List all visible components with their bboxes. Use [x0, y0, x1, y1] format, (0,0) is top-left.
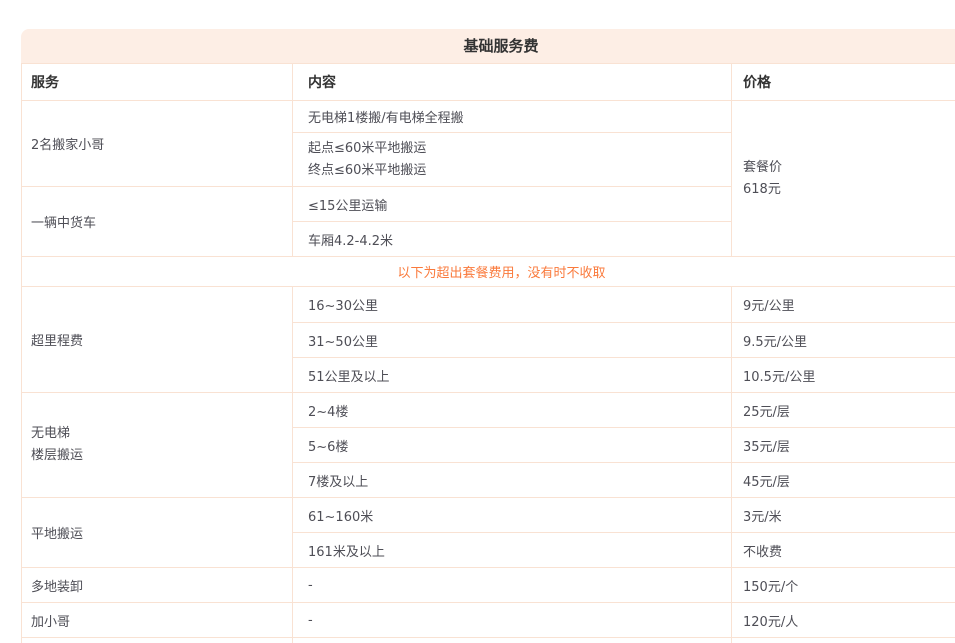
table-row: 平地搬运 61~160米 3元/米 — [22, 498, 955, 533]
content-cell: 161米及以上 — [293, 533, 732, 568]
service-cell-truck: 一辆中货车 — [22, 187, 293, 257]
table-title: 基础服务费 — [21, 29, 955, 63]
service-cell-multi-stop: 多地装卸 — [22, 568, 293, 603]
column-header-price: 价格 — [732, 64, 955, 101]
content-cell: - — [293, 568, 732, 603]
content-cell-elevator: 无电梯1楼搬/有电梯全程搬 — [293, 101, 732, 133]
price-cell-package: 套餐价 618元 — [732, 101, 955, 257]
price-cell: 120元/人 — [732, 603, 955, 638]
package-price-label: 套餐价 — [743, 157, 955, 179]
content-cell — [293, 638, 732, 643]
table-row: 多地装卸 - 150元/个 — [22, 568, 955, 603]
price-cell: 3元/米 — [732, 498, 955, 533]
content-cell: 2~4楼 — [293, 393, 732, 428]
service-cell-ground: 平地搬运 — [22, 498, 293, 568]
content-cell: - — [293, 603, 732, 638]
price-table: 服务 内容 价格 2名搬家小哥 无电梯1楼搬/有电梯全程搬 套餐价 618元 起… — [21, 63, 955, 643]
price-cell: 150元/个 — [732, 568, 955, 603]
service-line-2: 楼层搬运 — [31, 445, 292, 467]
price-cell — [732, 638, 955, 643]
content-cell: 5~6楼 — [293, 428, 732, 463]
table-row: 超里程费 16~30公里 9元/公里 — [22, 287, 955, 323]
service-cell-movers: 2名搬家小哥 — [22, 101, 293, 187]
table-row: 2名搬家小哥 无电梯1楼搬/有电梯全程搬 套餐价 618元 — [22, 101, 955, 133]
content-cell: 61~160米 — [293, 498, 732, 533]
content-cell-transport: ≤15公里运输 — [293, 187, 732, 222]
price-cell: 9.5元/公里 — [732, 323, 955, 358]
content-cell-truck-size: 车厢4.2-4.2米 — [293, 222, 732, 257]
content-cell: 31~50公里 — [293, 323, 732, 358]
service-line-1: 无电梯 — [31, 423, 292, 445]
price-cell: 10.5元/公里 — [732, 358, 955, 393]
service-cell-stairs: 无电梯 楼层搬运 — [22, 393, 293, 498]
notice-row: 以下为超出套餐费用，没有时不收取 — [22, 257, 955, 287]
price-cell: 不收费 — [732, 533, 955, 568]
notice-text: 以下为超出套餐费用，没有时不收取 — [22, 257, 955, 287]
column-header-service: 服务 — [22, 64, 293, 101]
package-price-value: 618元 — [743, 179, 955, 201]
price-cell: 9元/公里 — [732, 287, 955, 323]
content-line-start: 起点≤60米平地搬运 — [308, 138, 731, 160]
service-cell — [22, 638, 293, 643]
page: 基础服务费 服务 内容 价格 2名搬家小哥 无电梯1楼搬/有电梯全程搬 套餐价 … — [0, 0, 955, 643]
service-cell-mileage: 超里程费 — [22, 287, 293, 393]
content-cell: 16~30公里 — [293, 287, 732, 323]
content-cell-ground-distance: 起点≤60米平地搬运 终点≤60米平地搬运 — [293, 133, 732, 187]
price-cell: 45元/层 — [732, 463, 955, 498]
price-table-card: 基础服务费 服务 内容 价格 2名搬家小哥 无电梯1楼搬/有电梯全程搬 套餐价 … — [21, 29, 955, 643]
service-cell-extra-worker: 加小哥 — [22, 603, 293, 638]
table-row-partial — [22, 638, 955, 643]
table-row: 无电梯 楼层搬运 2~4楼 25元/层 — [22, 393, 955, 428]
price-cell: 25元/层 — [732, 393, 955, 428]
content-cell: 7楼及以上 — [293, 463, 732, 498]
price-cell: 35元/层 — [732, 428, 955, 463]
column-header-row: 服务 内容 价格 — [22, 64, 955, 101]
content-line-end: 终点≤60米平地搬运 — [308, 160, 731, 182]
content-cell: 51公里及以上 — [293, 358, 732, 393]
column-header-content: 内容 — [293, 64, 732, 101]
table-row: 加小哥 - 120元/人 — [22, 603, 955, 638]
